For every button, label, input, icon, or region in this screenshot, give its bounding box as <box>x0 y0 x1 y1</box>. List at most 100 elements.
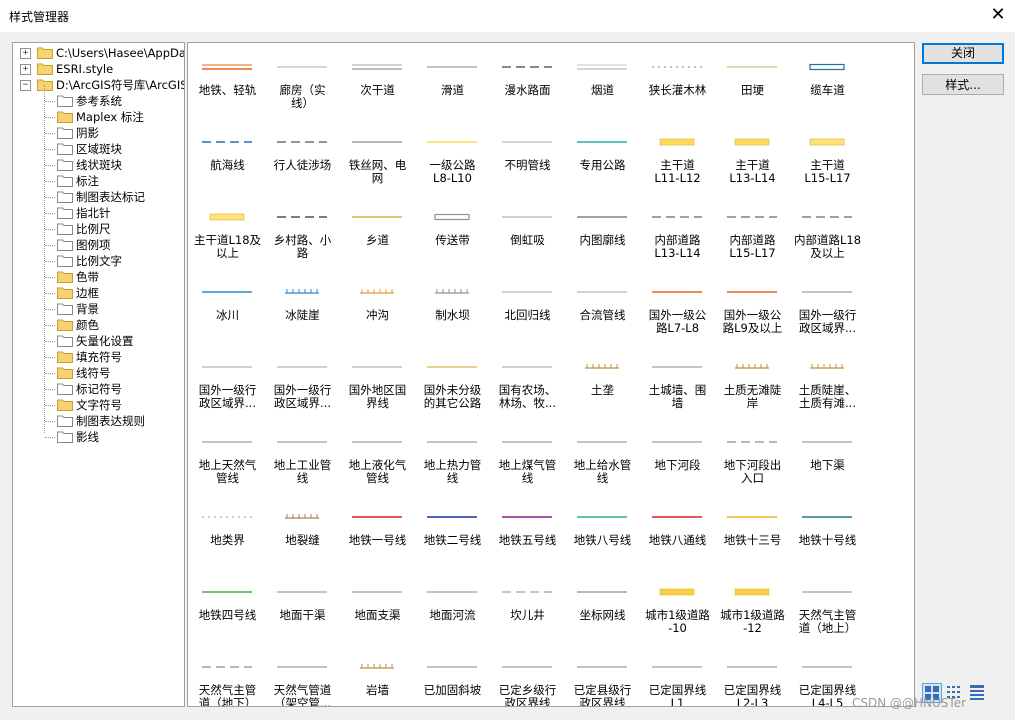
symbol-cell[interactable]: 地面河流 <box>415 571 490 646</box>
line-symbol-preview-icon <box>652 211 702 221</box>
symbol-cell[interactable]: 传送带 <box>415 196 490 271</box>
symbol-cell[interactable]: 地上给水管 线 <box>565 421 640 496</box>
symbol-cell[interactable]: 制水坝 <box>415 271 490 346</box>
symbol-cell[interactable]: 一级公路 L8-L10 <box>415 121 490 196</box>
symbol-cell[interactable]: 地下渠 <box>790 421 865 496</box>
symbol-cell[interactable]: 土质无滩陡 岸 <box>715 346 790 421</box>
symbol-label: 岩墙 <box>366 683 389 697</box>
symbol-cell[interactable]: 国外未分级 的其它公路 <box>415 346 490 421</box>
symbol-cell[interactable]: 国外一级行 政区域界... <box>265 346 340 421</box>
symbol-cell[interactable]: 地铁十三号 <box>715 496 790 571</box>
symbol-cell[interactable]: 地上天然气 管线 <box>190 421 265 496</box>
tree-expander-icon[interactable]: + <box>20 48 31 59</box>
symbol-cell[interactable]: 地类界 <box>190 496 265 571</box>
style-tree[interactable]: + C:\Users\Hasee\AppData + ESRI.style − D:\Ar… <box>12 42 185 707</box>
symbol-cell[interactable]: 冰陡崖 <box>265 271 340 346</box>
line-symbol-preview-icon <box>352 661 402 671</box>
symbol-cell[interactable]: 地铁、轻轨 <box>190 46 265 121</box>
folder-icon <box>57 382 73 395</box>
symbol-cell[interactable]: 天然气主管 道（地下） <box>190 646 265 706</box>
symbol-cell[interactable]: 不明管线 <box>490 121 565 196</box>
symbol-cell[interactable]: 航海线 <box>190 121 265 196</box>
line-symbol-preview-icon <box>577 511 627 521</box>
symbol-cell[interactable]: 已定县级行 政区界线 <box>565 646 640 706</box>
symbol-cell[interactable]: 坐标网线 <box>565 571 640 646</box>
symbol-cell[interactable]: 地上液化气 管线 <box>340 421 415 496</box>
symbol-cell[interactable]: 国有农场、 林场、牧... <box>490 346 565 421</box>
symbol-cell[interactable]: 地下河段 <box>640 421 715 496</box>
styles-button[interactable]: 样式... <box>922 74 1004 95</box>
symbol-cell[interactable]: 地铁八号线 <box>565 496 640 571</box>
symbol-cell[interactable]: 地铁八通线 <box>640 496 715 571</box>
symbol-cell[interactable]: 地面支渠 <box>340 571 415 646</box>
symbol-cell[interactable]: 铁丝网、电 网 <box>340 121 415 196</box>
symbol-label: 狭长灌木林 <box>648 83 707 97</box>
symbol-cell[interactable]: 国外一级公 路L9及以上 <box>715 271 790 346</box>
symbol-cell[interactable]: 漫水路面 <box>490 46 565 121</box>
symbol-cell[interactable]: 天然气主管 道（地上） <box>790 571 865 646</box>
symbol-cell[interactable]: 已定国界线 L1 <box>640 646 715 706</box>
symbol-cell[interactable]: 主干道 L13-L14 <box>715 121 790 196</box>
symbol-cell[interactable]: 主干道 L11-L12 <box>640 121 715 196</box>
details-view-icon[interactable] <box>968 683 988 703</box>
symbol-cell[interactable]: 地上热力管 线 <box>415 421 490 496</box>
symbol-cell[interactable]: 城市1级道路 -10 <box>640 571 715 646</box>
symbol-cell[interactable]: 地裂缝 <box>265 496 340 571</box>
symbol-cell[interactable]: 烟道 <box>565 46 640 121</box>
symbol-cell[interactable]: 土质陡崖、 土质有滩... <box>790 346 865 421</box>
symbol-cell[interactable]: 地铁十号线 <box>790 496 865 571</box>
symbol-cell[interactable]: 缆车道 <box>790 46 865 121</box>
close-button[interactable]: 关闭 <box>922 43 1004 64</box>
symbol-cell[interactable]: 次干道 <box>340 46 415 121</box>
symbol-cell[interactable]: 国外一级行 政区域界... <box>790 271 865 346</box>
symbol-cell[interactable]: 滑道 <box>415 46 490 121</box>
symbol-cell[interactable]: 天然气管道 （架空管... <box>265 646 340 706</box>
symbol-cell[interactable]: 乡村路、小 路 <box>265 196 340 271</box>
symbol-cell[interactable]: 国外一级公 路L7-L8 <box>640 271 715 346</box>
line-symbol-preview-icon <box>652 586 702 596</box>
symbol-cell[interactable]: 地上煤气管 线 <box>490 421 565 496</box>
symbol-cell[interactable]: 国外地区国 界线 <box>340 346 415 421</box>
symbol-cell[interactable]: 已加固斜坡 <box>415 646 490 706</box>
symbol-cell[interactable]: 国外一级行 政区域界... <box>190 346 265 421</box>
symbol-cell[interactable]: 地铁一号线 <box>340 496 415 571</box>
symbol-cell[interactable]: 内部道路 L15-L17 <box>715 196 790 271</box>
symbol-cell[interactable]: 合流管线 <box>565 271 640 346</box>
symbol-cell[interactable]: 地面干渠 <box>265 571 340 646</box>
line-symbol-preview-icon <box>202 361 252 371</box>
symbol-cell[interactable]: 坎儿井 <box>490 571 565 646</box>
symbol-cell[interactable]: 倒虹吸 <box>490 196 565 271</box>
close-window-icon[interactable]: ✕ <box>985 3 1011 27</box>
symbol-cell[interactable]: 地铁五号线 <box>490 496 565 571</box>
symbol-cell[interactable]: 廊房（实 线） <box>265 46 340 121</box>
symbol-cell[interactable]: 土垄 <box>565 346 640 421</box>
symbol-cell[interactable]: 地下河段出 入口 <box>715 421 790 496</box>
tree-expander-icon[interactable]: + <box>20 64 31 75</box>
symbol-cell[interactable]: 岩墙 <box>340 646 415 706</box>
symbol-cell[interactable]: 地上工业管 线 <box>265 421 340 496</box>
tree-connector <box>45 325 55 326</box>
symbol-cell[interactable]: 冲沟 <box>340 271 415 346</box>
symbol-cell[interactable]: 田埂 <box>715 46 790 121</box>
line-symbol-preview-icon <box>727 661 777 671</box>
symbol-cell[interactable]: 北回归线 <box>490 271 565 346</box>
symbol-cell[interactable]: 已定乡级行 政区界线 <box>490 646 565 706</box>
symbol-cell[interactable]: 乡道 <box>340 196 415 271</box>
symbol-cell[interactable]: 主干道 L15-L17 <box>790 121 865 196</box>
symbol-cell[interactable]: 内部道路L18 及以上 <box>790 196 865 271</box>
symbol-cell[interactable]: 主干道L18及 以上 <box>190 196 265 271</box>
symbol-cell[interactable]: 土城墙、围 墙 <box>640 346 715 421</box>
line-symbol-preview-icon <box>502 436 552 446</box>
symbol-cell[interactable]: 内图廓线 <box>565 196 640 271</box>
symbol-cell[interactable]: 内部道路 L13-L14 <box>640 196 715 271</box>
symbol-cell[interactable]: 狭长灌木林 <box>640 46 715 121</box>
tree-expander-icon[interactable]: − <box>20 80 31 91</box>
symbol-cell[interactable]: 地铁二号线 <box>415 496 490 571</box>
line-symbol-preview-icon <box>502 211 552 221</box>
symbol-cell[interactable]: 行人徒涉场 <box>265 121 340 196</box>
symbol-cell[interactable]: 专用公路 <box>565 121 640 196</box>
symbol-cell[interactable]: 已定国界线 L2-L3 <box>715 646 790 706</box>
symbol-cell[interactable]: 冰川 <box>190 271 265 346</box>
symbol-cell[interactable]: 地铁四号线 <box>190 571 265 646</box>
symbol-cell[interactable]: 城市1级道路 -12 <box>715 571 790 646</box>
